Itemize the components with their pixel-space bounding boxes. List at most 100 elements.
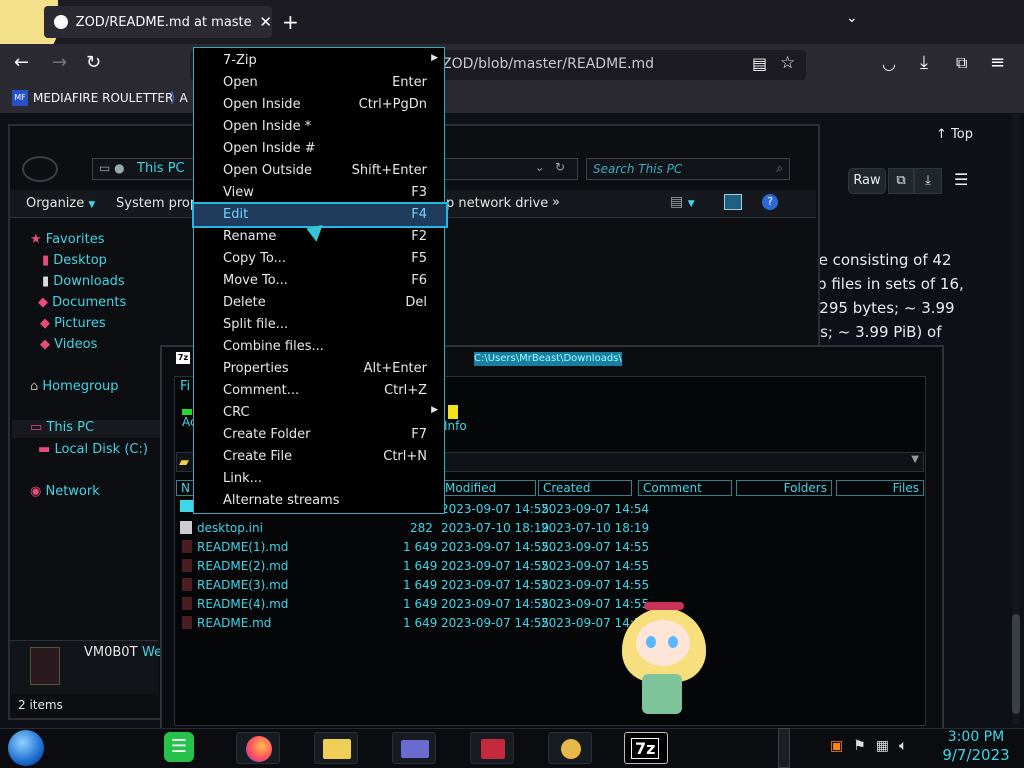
menu-item-move-to[interactable]: Move To... F6 <box>194 270 446 292</box>
menu-item-open-inside-hash[interactable]: Open Inside # <box>194 138 446 160</box>
top-link[interactable]: ↑ Top <box>936 127 973 142</box>
taskbar-7zip-app[interactable]: 7z <box>624 732 668 764</box>
reader-view-icon[interactable]: ▤ <box>752 54 767 73</box>
address-dropdown-icon[interactable]: ⌄ <box>535 161 544 174</box>
menu-item-open-outside[interactable]: Open Outside Shift+Enter <box>194 160 446 182</box>
explorer-search-input[interactable]: Search This PC ⌕ <box>586 158 790 180</box>
reload-icon[interactable]: ↻ <box>86 52 101 73</box>
column-header-modified[interactable]: Modified <box>440 480 536 496</box>
preview-pane-icon[interactable] <box>724 194 742 210</box>
download-raw-icon[interactable]: ⤓ <box>914 168 942 194</box>
menu-item-copy-to[interactable]: Copy To... F5 <box>194 248 446 270</box>
row-name: README(1).md <box>197 540 289 554</box>
nav-network[interactable]: ◉ Network <box>30 484 100 499</box>
table-row[interactable]: README(3).md 1 649 2023-09-07 14:55 2023… <box>180 576 649 595</box>
extensions-icon[interactable]: ⧉ <box>956 53 967 73</box>
start-orb-button[interactable] <box>8 730 44 766</box>
nav-desktop-label: Desktop <box>53 253 107 268</box>
column-header-files[interactable]: Files <box>836 480 924 496</box>
taskbar-notes-app[interactable]: ☰ <box>164 732 194 762</box>
taskbar-explorer-app[interactable] <box>314 732 358 764</box>
table-row[interactable]: desktop.ini 282 2023-07-10 18:19 2023-07… <box>180 519 649 538</box>
new-tab-button[interactable]: + <box>282 10 299 34</box>
menu-hamburger-icon[interactable]: ≡ <box>990 52 1005 73</box>
menu-item-link[interactable]: Link... <box>194 468 446 490</box>
menu-item-open[interactable]: Open Enter <box>194 72 446 94</box>
raw-button[interactable]: Raw <box>848 168 886 194</box>
table-row[interactable]: README(2).md 1 649 2023-09-07 14:55 2023… <box>180 557 649 576</box>
tab-list-chevron-icon[interactable]: ⌄ <box>846 10 858 26</box>
menu-item-7zip[interactable]: 7-Zip ▶ <box>194 50 446 72</box>
bookmark-second[interactable]: ⟩ A <box>170 90 188 106</box>
address-dropdown-icon[interactable]: ▼ <box>911 454 919 465</box>
menu-item-create-folder[interactable]: Create Folder F7 <box>194 424 446 446</box>
menu-item-delete[interactable]: Delete Del <box>194 292 446 314</box>
nav-videos[interactable]: ◆ Videos <box>40 337 97 352</box>
taskbar-window-app[interactable] <box>392 732 436 764</box>
nav-downloads[interactable]: ▮ Downloads <box>42 274 125 289</box>
network-tray-icon[interactable]: ▦ <box>876 738 889 754</box>
7zip-menu-file[interactable]: Fi <box>180 379 190 394</box>
nav-pictures[interactable]: ◆ Pictures <box>40 316 106 331</box>
forward-icon[interactable]: → <box>52 52 67 73</box>
menu-item-shortcut: Alt+Enter <box>363 361 427 376</box>
close-tab-icon[interactable]: ✕ <box>259 13 272 31</box>
menu-item-create-file[interactable]: Create File Ctrl+N <box>194 446 446 468</box>
nav-localdisk-label: Local Disk (C:) <box>54 442 148 457</box>
taskbar-network-app[interactable] <box>548 732 592 764</box>
menu-item-view[interactable]: View F3 <box>194 182 446 204</box>
map-network-drive-button[interactable]: p network drive <box>446 196 548 211</box>
bookmark-label: MEDIAFIRE ROULETTER <box>33 91 174 105</box>
menu-item-alternate-streams[interactable]: Alternate streams <box>194 490 446 512</box>
nav-desktop[interactable]: ▮ Desktop <box>42 253 107 268</box>
tray-app-icon[interactable]: ▣ <box>830 738 843 754</box>
menu-item-shortcut: Ctrl+Z <box>384 383 427 398</box>
column-header-folders[interactable]: Folders <box>736 480 832 496</box>
menu-item-shortcut: F6 <box>411 273 427 288</box>
more-commands-button[interactable]: » <box>552 195 560 210</box>
bookmark-star-icon[interactable]: ☆ <box>780 53 795 73</box>
browser-scrollbar[interactable] <box>1012 114 1020 724</box>
menu-item-shortcut: Ctrl+PgDn <box>358 97 427 112</box>
flag-icon[interactable]: ⚑ <box>853 738 866 754</box>
table-row[interactable]: README(4).md 1 649 2023-09-07 14:55 2023… <box>180 595 649 614</box>
nav-thispc[interactable]: ▭ This PC <box>12 420 162 438</box>
nav-favorites[interactable]: ★ Favorites <box>30 232 105 247</box>
readme-line: file consisting of 42 <box>805 251 952 269</box>
column-header-comment[interactable]: Comment <box>638 480 732 496</box>
view-options-icon[interactable]: ▤ ▼ <box>670 194 695 210</box>
taskbar-media-app[interactable] <box>470 732 514 764</box>
menu-item-crc[interactable]: CRC ▶ <box>194 402 446 424</box>
table-row[interactable]: README.md 1 649 2023-09-07 14:55 2023-09… <box>180 614 649 633</box>
status-bar-text: 2 items <box>18 698 63 712</box>
taskbar-firefox-app[interactable] <box>236 732 280 764</box>
downloads-icon[interactable]: ⤓ <box>920 52 928 73</box>
copy-raw-icon[interactable]: ⧉ <box>888 168 914 194</box>
menu-item-open-inside-star[interactable]: Open Inside * <box>194 116 446 138</box>
menu-item-properties[interactable]: Properties Alt+Enter <box>194 358 446 380</box>
menu-item-split-file[interactable]: Split file... <box>194 314 446 336</box>
outline-icon[interactable]: ☰ <box>954 170 968 189</box>
menu-item-combine-files[interactable]: Combine files... <box>194 336 446 358</box>
menu-item-open-inside[interactable]: Open Inside Ctrl+PgDn <box>194 94 446 116</box>
menu-item-edit[interactable]: Edit F4 <box>192 202 448 228</box>
bookmark-mediafire[interactable]: MF MEDIAFIRE ROULETTER <box>12 90 173 106</box>
help-icon[interactable]: ? <box>762 194 778 210</box>
pocket-icon[interactable]: ◡ <box>882 54 896 73</box>
column-header-created[interactable]: Created <box>538 480 632 496</box>
7zip-path-title: C:\Users\MrBeast\Downloads\ <box>474 352 622 366</box>
back-icon[interactable]: ← <box>14 52 29 73</box>
organize-button[interactable]: Organize ▼ <box>26 196 95 211</box>
clock[interactable]: 3:00 PM 9/7/2023 <box>936 728 1016 764</box>
7zip-info-button[interactable]: Info <box>444 405 467 434</box>
table-row[interactable]: README(1).md 1 649 2023-09-07 14:55 2023… <box>180 538 649 557</box>
menu-item-comment[interactable]: Comment... Ctrl+Z <box>194 380 446 402</box>
nav-documents[interactable]: ◆ Documents <box>38 295 126 310</box>
nav-homegroup[interactable]: ⌂ Homegroup <box>30 379 119 394</box>
show-desktop-button[interactable] <box>778 728 790 768</box>
browser-tab[interactable]: ZOD/README.md at master · i ✕ <box>44 6 272 38</box>
volume-icon[interactable]: 🔈︎ <box>899 738 907 754</box>
address-refresh-icon[interactable]: ↻ <box>555 160 565 174</box>
nav-localdisk[interactable]: ▬ Local Disk (C:) <box>38 442 148 457</box>
md-file-icon <box>182 597 192 610</box>
